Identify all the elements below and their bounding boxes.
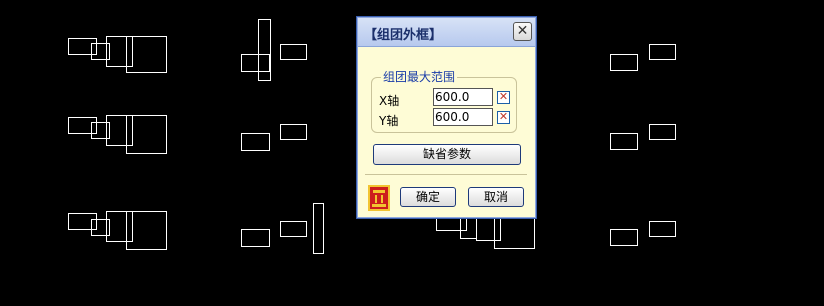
cad-rect-group-5 [241, 124, 307, 151]
close-icon: ✕ [516, 23, 529, 39]
cancel-button[interactable]: 取消 [468, 187, 524, 207]
cad-rect-group-8 [610, 44, 676, 71]
cad-rect-group-1 [68, 36, 167, 73]
y-axis-field[interactable] [433, 108, 493, 126]
dialog-titlebar[interactable]: 【组团外框】 ✕ [358, 18, 535, 47]
cad-rect-group-4 [241, 19, 307, 81]
app-logo-icon [368, 185, 390, 211]
default-params-button[interactable]: 缺省参数 [373, 144, 521, 165]
x-axis-field[interactable] [433, 88, 493, 106]
cad-rect-group-6 [241, 203, 324, 254]
max-range-group-title: 组团最大范围 [381, 68, 458, 85]
close-button[interactable]: ✕ [513, 22, 532, 41]
cad-rect-group-3 [68, 211, 167, 250]
y-axis-checkbox[interactable]: ✕ [497, 111, 510, 124]
ok-button[interactable]: 确定 [400, 187, 456, 207]
x-axis-label: X轴 [379, 94, 400, 108]
y-axis-label: Y轴 [379, 114, 399, 128]
dialog-title: 【组团外框】 [364, 28, 443, 43]
cad-rect-group-2 [68, 115, 167, 154]
cad-rect-group-9 [610, 124, 676, 150]
cad-rect-group-10 [610, 221, 676, 246]
x-axis-checkbox[interactable]: ✕ [497, 91, 510, 104]
divider [365, 174, 527, 175]
group-frame-dialog: 【组团外框】 ✕ 组团最大范围 X轴 ✕ Y轴 ✕ 缺省参数 确定 取消 [356, 16, 537, 219]
